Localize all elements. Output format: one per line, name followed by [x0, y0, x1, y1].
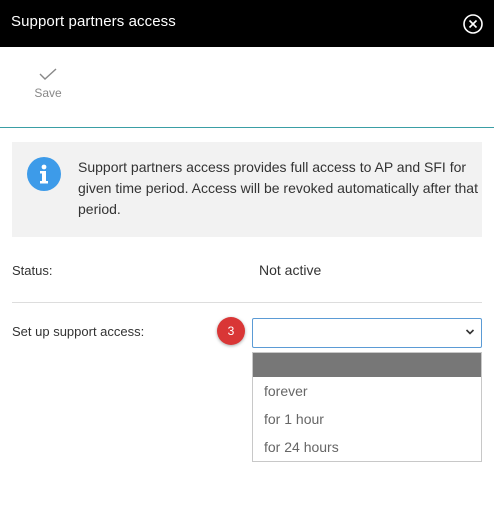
divider [12, 302, 482, 303]
save-label: Save [34, 86, 62, 100]
support-access-select[interactable] [252, 318, 482, 348]
toolbar: Save [0, 47, 494, 128]
option-empty[interactable] [253, 353, 481, 377]
dialog-title: Support partners access [11, 13, 176, 30]
dialog-titlebar: Support partners access [0, 0, 494, 47]
option-forever[interactable]: forever [253, 377, 481, 405]
status-value: Not active [259, 262, 322, 278]
step-badge: 3 [217, 317, 245, 345]
support-access-options: forever for 1 hour for 24 hours [252, 352, 482, 462]
checkmark-icon [39, 68, 57, 80]
info-text: Support partners access provides full ac… [78, 159, 478, 217]
info-icon [27, 157, 61, 191]
close-icon[interactable] [462, 13, 484, 35]
chevron-down-icon [465, 329, 475, 335]
status-label: Status: [12, 263, 53, 278]
option-24-hours[interactable]: for 24 hours [253, 433, 481, 461]
support-access-label: Set up support access: [12, 324, 145, 339]
option-1-hour[interactable]: for 1 hour [253, 405, 481, 433]
info-box: Support partners access provides full ac… [12, 142, 482, 237]
save-button[interactable]: Save [28, 67, 68, 107]
